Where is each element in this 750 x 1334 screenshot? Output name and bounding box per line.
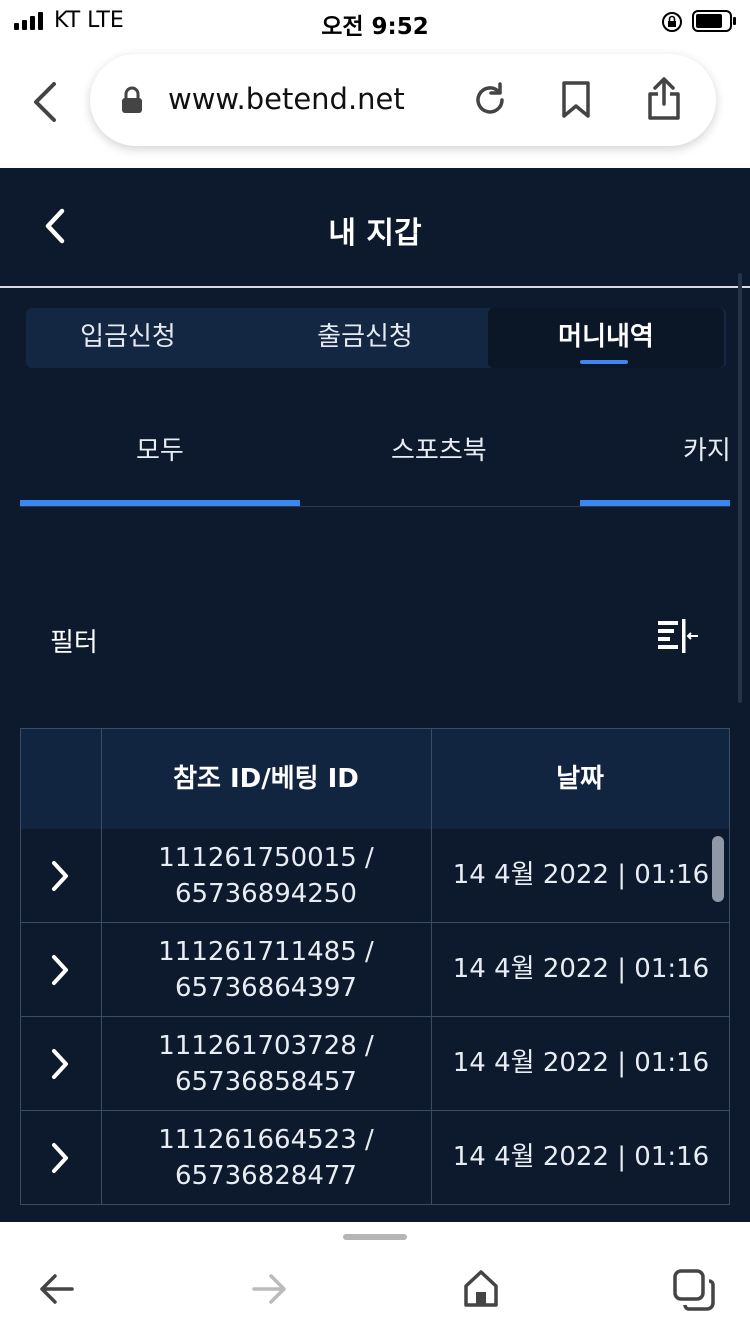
column-header-ref-id: 참조 ID/베팅 ID	[173, 764, 359, 794]
subtab-casino[interactable]: 카지	[683, 430, 731, 467]
column-divider	[431, 1111, 432, 1204]
filter-label: 필터	[50, 628, 98, 658]
ref-id: 111261664523 /	[158, 1124, 374, 1155]
battery-icon	[692, 10, 736, 32]
column-header-date: 날짜	[556, 764, 604, 794]
chevron-right-icon[interactable]	[49, 1047, 71, 1081]
table-row[interactable]: 111261711485 / 65736864397 14 4월 2022 | 0…	[20, 923, 730, 1017]
page-title: 내 지갑	[328, 216, 422, 251]
subtab-all[interactable]: 모두	[136, 430, 184, 467]
nav-back-icon[interactable]	[38, 1272, 76, 1306]
table-row[interactable]: 111261750015 / 65736894250 14 4월 2022 | 0…	[20, 829, 730, 923]
ref-bet-id-cell: 111261703728 / 65736858457	[101, 1017, 431, 1110]
lock-icon	[122, 86, 142, 113]
tab-money-history[interactable]: 머니내역	[488, 308, 724, 368]
column-divider	[431, 829, 432, 922]
table-scrollbar-thumb[interactable]	[712, 836, 724, 902]
ref-id: 111261711485 /	[158, 936, 374, 967]
subtab-sportsbook[interactable]: 스포츠북	[391, 430, 487, 467]
wallet-page: 내 지갑 입금신청 출금신청 머니내역 모두 스포츠북 카지 필터 참조 ID/…	[0, 168, 750, 1222]
date-cell: 14 4월 2022 | 01:16	[452, 860, 710, 890]
date-cell: 14 4월 2022 | 01:16	[452, 954, 710, 984]
tab-withdraw[interactable]: 출금신청	[254, 308, 476, 368]
wallet-tabs: 입금신청 출금신청 머니내역	[26, 308, 726, 368]
browser-toolbar	[0, 1222, 750, 1334]
active-tab-indicator	[580, 360, 628, 364]
column-divider	[431, 1017, 432, 1110]
column-divider	[431, 923, 432, 1016]
status-bar: KT LTE 오전 9:52	[0, 0, 750, 44]
status-time: 오전 9:52	[321, 14, 429, 40]
subtabs-divider	[20, 506, 730, 507]
address-field[interactable]: www.betend.net	[90, 54, 716, 146]
url-text: www.betend.net	[168, 82, 405, 116]
column-header-expand	[21, 729, 101, 829]
chevron-right-icon[interactable]	[49, 1141, 71, 1175]
table-row[interactable]: 111261703728 / 65736858457 14 4월 2022 | 0…	[20, 1017, 730, 1111]
tab-deposit[interactable]: 입금신청	[26, 308, 230, 368]
date-cell: 14 4월 2022 | 01:16	[452, 1142, 710, 1172]
home-icon[interactable]	[462, 1268, 500, 1308]
chevron-right-icon[interactable]	[49, 953, 71, 987]
nav-forward-icon[interactable]	[250, 1272, 288, 1306]
ref-bet-id-cell: 111261711485 / 65736864397	[101, 923, 431, 1016]
date-cell: 14 4월 2022 | 01:16	[452, 1048, 710, 1078]
subtab-active-indicator	[20, 500, 300, 506]
rotation-lock-icon	[662, 12, 682, 32]
ref-id: 111261750015 /	[158, 842, 374, 873]
page-scrollbar[interactable]	[738, 273, 742, 703]
bet-id: 65736864397	[175, 972, 357, 1003]
tabs-icon[interactable]	[672, 1268, 716, 1312]
header-divider	[0, 286, 750, 288]
ref-id: 111261703728 /	[158, 1030, 374, 1061]
ref-bet-id-cell: 111261750015 / 65736894250	[101, 829, 431, 922]
home-indicator-handle[interactable]	[343, 1234, 407, 1240]
filter-collapse-icon[interactable]	[656, 619, 700, 657]
table-row[interactable]: 111261664523 / 65736828477 14 4월 2022 | 0…	[20, 1111, 730, 1205]
share-icon[interactable]	[646, 76, 682, 122]
bet-id: 65736828477	[175, 1160, 357, 1191]
browser-url-bar: www.betend.net	[0, 44, 750, 168]
back-icon[interactable]	[28, 80, 60, 124]
ref-bet-id-cell: 111261664523 / 65736828477	[101, 1111, 431, 1204]
chevron-right-icon[interactable]	[49, 859, 71, 893]
reload-icon[interactable]	[470, 80, 510, 120]
table-header: 참조 ID/베팅 ID 날짜	[20, 728, 730, 830]
bet-id: 65736858457	[175, 1066, 357, 1097]
bet-id: 65736894250	[175, 878, 357, 909]
bookmark-icon[interactable]	[560, 80, 592, 120]
subtab-scroll-indicator	[580, 500, 730, 506]
